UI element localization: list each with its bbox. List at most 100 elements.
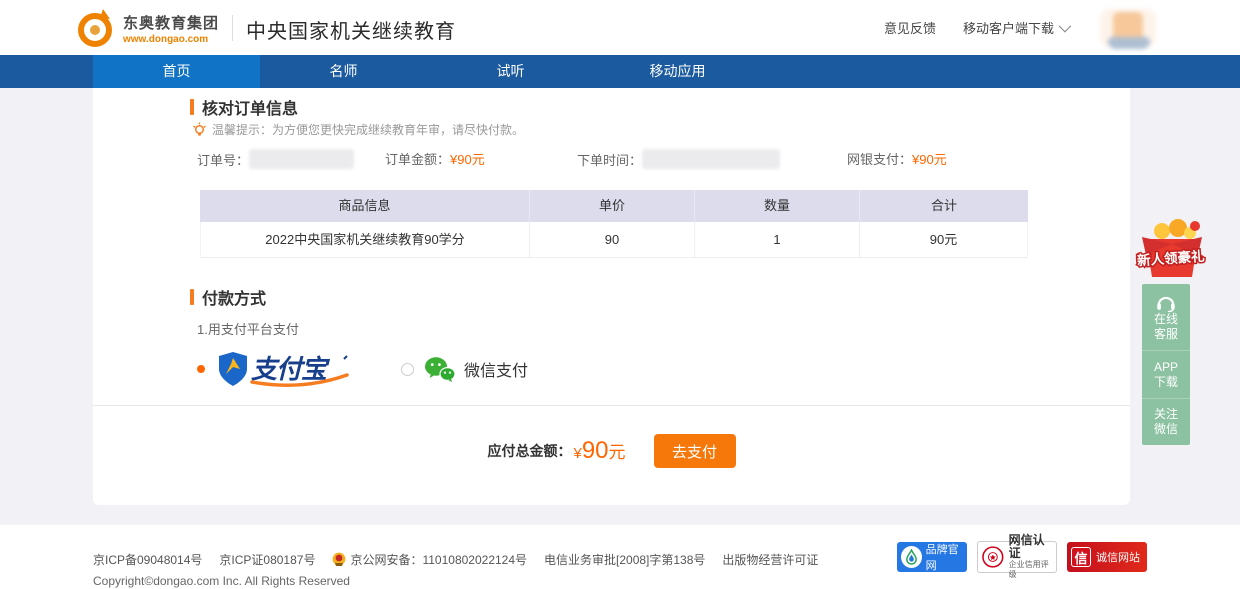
icp-number: 京ICP备09048014号 [93,551,202,568]
cell-qty: 1 [695,222,860,258]
payment-section-title-text: 付款方式 [202,285,266,309]
brand-site-badge[interactable]: 品牌官网 [897,542,967,572]
headset-icon [1155,293,1177,312]
table-header-row: 商品信息 单价 数量 合计 [200,190,1028,222]
ebank-field: 网银支付： ¥90元 [847,149,947,168]
trust-site-badge[interactable]: 信 诚信网站 [1067,542,1147,572]
certification-badges: 品牌官网 网信认证 企业信用评级 信 诚信网站 [897,541,1147,573]
total-value: ¥ 90 元 [573,437,625,465]
brand-logo[interactable]: 东奥教育集团 www.dongao.com [75,8,219,48]
online-service-label: 在线客服 [1152,312,1180,342]
page-footer: 京ICP备09048014号 京ICP证080187号 京公网安备：110108… [0,525,1240,589]
online-service-button[interactable]: 在线客服 [1142,284,1190,350]
follow-wechat-button[interactable]: 关注微信 [1142,398,1190,445]
payment-total-row: 应付总金额： ¥ 90 元 去支付 [93,432,1130,470]
order-section-title: 核对订单信息 [190,95,298,119]
table-header-product: 商品信息 [200,190,530,222]
order-amount-field: 订单金额： ¥90元 [385,149,485,168]
go-pay-button[interactable]: 去支付 [654,434,736,468]
order-time-label: 下单时间： [577,150,642,169]
water-drop-icon [901,546,922,568]
trust-site-label: 诚信网站 [1096,549,1140,565]
copyright: Copyright©dongao.com Inc. All Rights Res… [93,574,350,588]
order-tip: 温馨提示：为方便您更快完成继续教育年审，请尽快付款。 [192,121,524,138]
icp-license: 京ICP证080187号 [219,551,315,568]
table-row: 2022中央国家机关继续教育90学分 90 1 90元 [200,222,1028,258]
app-download-label: APP下载 [1152,360,1180,390]
seal-icon [981,545,1005,569]
total-amount: 90 [582,437,609,465]
wangxin-cert-badge[interactable]: 网信认证 企业信用评级 [977,541,1057,573]
svg-text:支付宝: 支付宝 [251,354,331,384]
telecom-approval: 电信业务审批[2008]字第138号 [544,551,705,568]
wangxin-cert-line2: 企业信用评级 [1009,560,1056,580]
police-badge-icon [332,552,346,567]
order-tip-text: 温馨提示：为方便您更快完成继续教育年审，请尽快付款。 [212,121,524,138]
side-toolbar: 在线客服 APP下载 关注微信 [1142,284,1190,445]
wechat-radio[interactable] [401,363,414,376]
avatar-body [1108,37,1150,49]
nav-spacer [0,55,93,88]
total-unit: 元 [609,438,626,463]
order-fields-row: 订单号： 订单金额： ¥90元 下单时间： 网银支付： ¥90元 [197,149,1130,171]
alipay-radio[interactable] [197,365,205,373]
order-number-label: 订单号： [197,150,249,169]
order-time-redacted [642,149,780,169]
table-header-total: 合计 [860,190,1028,222]
chevron-down-icon [1059,20,1072,33]
section-divider [93,405,1130,406]
app-download-button[interactable]: APP下载 [1142,350,1190,398]
wangxin-cert-line1: 网信认证 [1009,534,1056,560]
wechat-label: 微信支付 [464,357,528,381]
brand-url: www.dongao.com [123,34,219,45]
cell-product: 2022中央国家机关继续教育90学分 [200,222,530,258]
order-table: 商品信息 单价 数量 合计 2022中央国家机关继续教育90学分 90 1 90… [200,190,1028,258]
wangxin-cert-text: 网信认证 企业信用评级 [1009,534,1056,580]
currency-symbol: ¥ [573,445,581,462]
follow-wechat-label: 关注微信 [1152,407,1180,437]
header-links: 意见反馈 移动客户端下载 [884,0,1162,55]
order-amount-label: 订单金额： [385,149,450,168]
order-section-title-text: 核对订单信息 [202,95,298,119]
icp-row: 京ICP备09048014号 京ICP证080187号 京公网安备：110108… [93,551,818,568]
wechat-icon [424,356,456,383]
payment-section-title: 付款方式 [190,285,266,309]
order-number-field: 订单号： [197,149,354,169]
ebank-value: ¥90元 [912,149,947,168]
gift-box-icon: 新人领豪礼 [1132,217,1210,283]
lightbulb-icon [192,122,207,137]
section-accent-bar [190,99,194,115]
ebank-label: 网银支付： [847,149,912,168]
header-divider [232,15,233,41]
police-registration-text: 京公网安备：11010802022124号 [350,551,527,568]
brand-site-label: 品牌官网 [926,541,967,573]
publication-license: 出版物经营许可证 [722,551,818,568]
main-nav: 首页 名师 试听 移动应用 [0,55,1240,88]
top-header: 东奥教育集团 www.dongao.com 中央国家机关继续教育 意见反馈 移动… [0,0,1240,55]
cell-price: 90 [530,222,695,258]
wechat-option[interactable]: 微信支付 [401,356,528,383]
section-accent-bar [190,289,194,305]
mobile-download-link[interactable]: 移动客户端下载 [963,18,1068,37]
tab-home[interactable]: 首页 [93,55,260,88]
tab-audition[interactable]: 试听 [427,55,594,88]
alipay-option[interactable]: 支付宝 [217,350,357,388]
total-label: 应付总金额： [487,441,571,461]
tab-teachers[interactable]: 名师 [260,55,427,88]
order-time-field: 下单时间： [577,149,780,169]
payment-subtitle: 1.用支付平台支付 [197,319,299,338]
feedback-link[interactable]: 意见反馈 [884,18,936,37]
table-header-price: 单价 [530,190,695,222]
trust-icon: 信 [1071,547,1091,567]
payment-options: 支付宝 微信支付 [197,348,528,390]
order-amount-value: ¥90元 [450,149,485,168]
order-number-redacted [249,149,354,169]
police-registration: 京公网安备：11010802022124号 [332,551,527,568]
newcomer-gift-widget[interactable]: 新人领豪礼 [1132,217,1210,283]
brand-name: 东奥教育集团 [123,12,219,33]
dongao-logo-icon [75,8,115,48]
tab-mobile-app[interactable]: 移动应用 [594,55,761,88]
order-content-panel: 核对订单信息 温馨提示：为方便您更快完成继续教育年审，请尽快付款。 订单号： 订… [93,88,1130,505]
avatar[interactable] [1094,7,1162,49]
cell-total: 90元 [860,222,1028,258]
